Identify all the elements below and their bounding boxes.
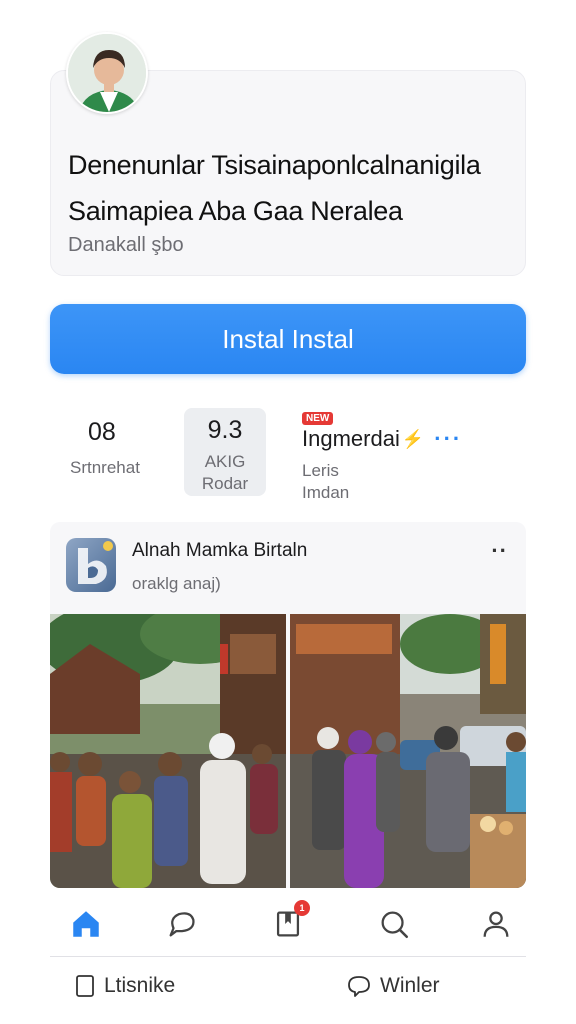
post-subtitle: oraklg anaj) — [132, 574, 221, 593]
verified-bolt-icon: ⚡ — [401, 428, 425, 449]
post-card[interactable]: Alnah Mamka Birtaln oraklg anaj) ·· — [50, 522, 526, 888]
village-crowd-photo-right[interactable] — [290, 614, 526, 888]
score-stat[interactable]: 9.3 AKIG Rodar — [184, 408, 266, 496]
bottom-tab-bar: 1 — [50, 896, 526, 952]
comment-action[interactable]: Winler — [346, 974, 440, 998]
profile-icon — [483, 911, 509, 937]
bookmark-outline-icon — [76, 975, 94, 997]
tab-home[interactable] — [66, 904, 106, 944]
developer-row: Ingmerdai ⚡ ··· — [302, 426, 462, 452]
rating-value: 08 — [88, 418, 116, 446]
app-developer-name: Danakall şbo — [68, 234, 184, 256]
developer-stat: NEW Ingmerdai ⚡ ··· Leris Imdan — [302, 408, 462, 504]
rating-label: Srtnrehat — [70, 458, 140, 477]
score-label-line-1: AKIG — [204, 452, 246, 471]
tab-search[interactable] — [374, 904, 414, 944]
app-title: Denenunlar Tsisainaponlcalnanigila Saima… — [68, 142, 508, 234]
new-badge: NEW — [302, 412, 334, 425]
post-app-logo-icon — [66, 538, 116, 592]
app-store-page: Denenunlar Tsisainaponlcalnanigila Saima… — [0, 0, 576, 1024]
developer-stat-name: Ingmerdai — [302, 426, 400, 451]
chat-icon — [169, 912, 195, 937]
village-crowd-photo-left[interactable] — [50, 614, 286, 888]
developer-avatar[interactable] — [66, 32, 148, 114]
search-icon — [381, 911, 409, 939]
tab-chat[interactable] — [162, 904, 202, 944]
rating-stat: 08 Srtnrehat — [70, 418, 140, 479]
more-options-icon[interactable]: ··· — [434, 426, 462, 452]
developer-label-line-1: Leris — [302, 461, 339, 480]
divider — [50, 956, 526, 957]
like-action-label: Ltisnike — [104, 974, 176, 997]
developer-label-line-2: Imdan — [302, 483, 350, 502]
app-title-line-2: Saimapiea Aba Gaa Neralea — [68, 196, 403, 226]
app-title-line-1: Denenunlar Tsisainaponlcalnanigila — [68, 150, 481, 180]
post-photos — [50, 614, 526, 888]
comment-action-label: Winler — [380, 974, 440, 997]
comment-bubble-icon — [348, 976, 370, 997]
install-button[interactable]: Instal Instal — [50, 304, 526, 374]
score-value: 9.3 — [207, 416, 243, 444]
score-label-line-2: Rodar — [201, 474, 249, 493]
tab-profile[interactable] — [476, 904, 516, 944]
home-icon — [73, 911, 99, 937]
post-title: Alnah Mamka Birtaln — [132, 540, 308, 561]
like-action[interactable]: Ltisnike — [74, 974, 175, 998]
notification-badge: 1 — [294, 900, 310, 916]
more-dots-icon[interactable]: ·· — [491, 538, 508, 564]
